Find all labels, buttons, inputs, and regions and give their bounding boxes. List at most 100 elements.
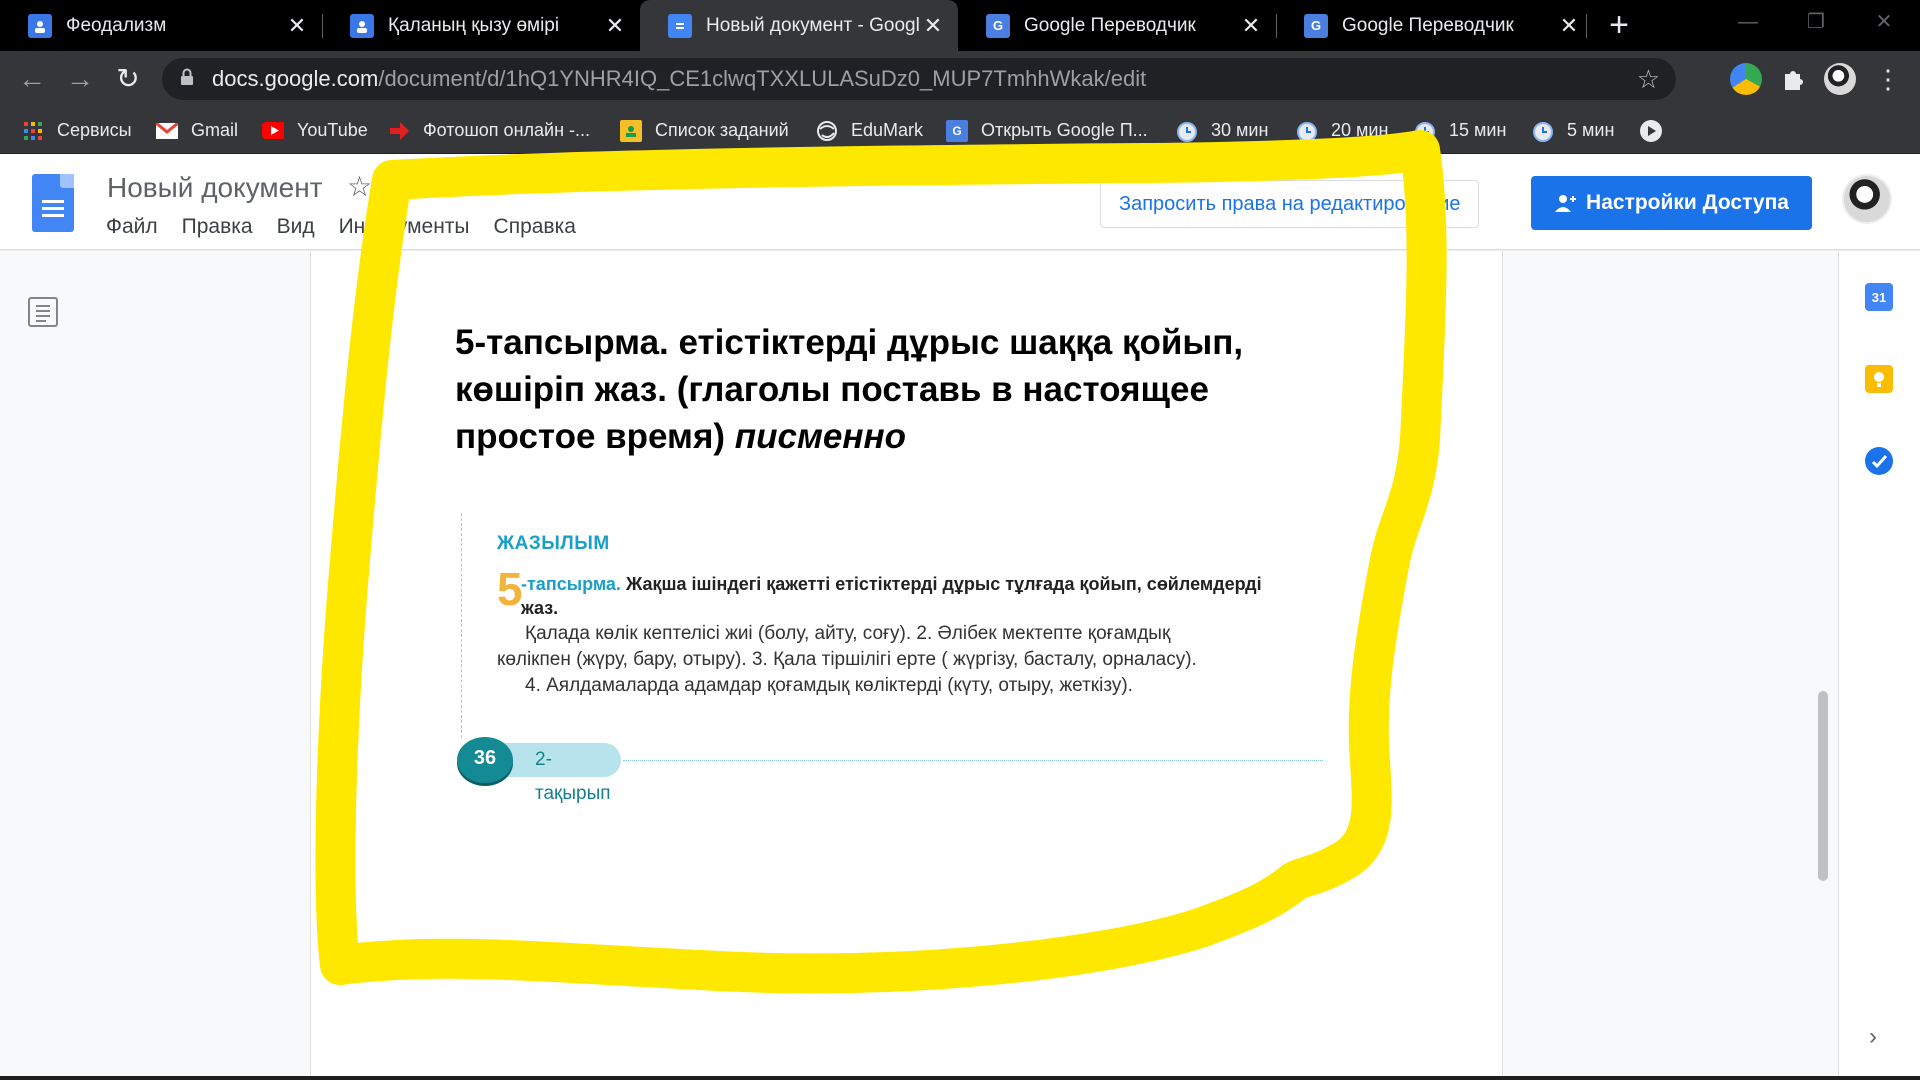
classroom-icon <box>620 119 642 142</box>
close-tab-icon[interactable]: ✕ <box>602 13 628 39</box>
restore-icon[interactable]: ❐ <box>1782 0 1850 44</box>
bookmark-label: Открыть Google П... <box>981 120 1148 140</box>
vertical-scrollbar[interactable] <box>1818 691 1828 881</box>
timer-icon <box>1296 120 1318 142</box>
bookmark-star-icon[interactable]: ☆ <box>1637 64 1660 95</box>
tab-feodalizm[interactable]: Феодализм ✕ <box>0 0 322 51</box>
menu-file[interactable]: Файл <box>106 215 158 239</box>
menu-help[interactable]: Справка <box>494 215 576 239</box>
bookmark-play[interactable] <box>1640 107 1675 154</box>
bookmark-label: 30 мин <box>1211 120 1269 140</box>
textbook-image: ЖАЗЫЛЫМ 5 -тапсырма. Жақша ішіндегі қаже… <box>457 513 1341 813</box>
tab-new-document[interactable]: Новый документ - Google ✕ <box>640 0 958 51</box>
document-page[interactable]: 5-тапсырма. етістіктерді дұрыс шаққа қой… <box>310 251 1503 1080</box>
request-edit-button[interactable]: Запросить права на редактирование <box>1100 180 1480 228</box>
footer-dotted-line <box>623 760 1323 761</box>
book-line: Қалада көлік кептелісі жиі (болу, айту, … <box>525 623 1171 644</box>
menu-bar: Файл Правка Вид Инструменты Справка <box>106 215 600 239</box>
tab-title: Google Переводчик <box>1024 14 1196 36</box>
browser-toolbar: ← → ↻ docs.google.com/document/d/1hQ1YNH… <box>0 51 1920 107</box>
tab-title: Феодализм <box>66 14 167 36</box>
bookmark-services[interactable]: Сервисы <box>22 107 132 154</box>
youtube-icon <box>262 120 284 142</box>
timer-icon <box>1414 120 1436 142</box>
apps-grid-icon <box>22 120 44 142</box>
person-add-icon <box>1554 193 1577 213</box>
new-tab-button[interactable]: + <box>1600 6 1638 44</box>
star-icon[interactable]: ☆ <box>347 170 372 203</box>
bookmark-open-google[interactable]: G Открыть Google П... <box>946 107 1148 154</box>
forward-icon[interactable]: → <box>62 61 98 97</box>
book-task-label: -тапсырма. <box>521 574 621 594</box>
side-panel: 31 › <box>1838 251 1920 1080</box>
bookmark-youtube[interactable]: YouTube <box>262 107 368 154</box>
menu-tools[interactable]: Инструменты <box>339 215 470 239</box>
calendar-icon[interactable]: 31 <box>1865 283 1893 311</box>
bookmark-label: 5 мин <box>1567 120 1615 140</box>
tab-separator <box>1586 14 1587 38</box>
timer-icon <box>1176 120 1198 142</box>
tab-kala[interactable]: Қаланың қызу өмірі ✕ <box>322 0 640 51</box>
profile-icon[interactable] <box>1824 63 1856 95</box>
book-line: көлікпен (жүру, бару, отыру). 3. Қала ті… <box>497 649 1197 670</box>
close-window-icon[interactable]: ✕ <box>1850 0 1918 44</box>
minimize-icon[interactable]: — <box>1714 0 1782 44</box>
close-tab-icon[interactable]: ✕ <box>1238 13 1264 39</box>
globe-icon <box>816 120 838 142</box>
close-tab-icon[interactable]: ✕ <box>284 13 310 39</box>
bookmark-label: Gmail <box>191 120 239 140</box>
bookmarks-bar: Сервисы Gmail YouTube Фотошоп онлайн -..… <box>0 107 1920 154</box>
bookmark-timer-15[interactable]: 15 мин <box>1414 107 1506 154</box>
taskbar-edge <box>0 1076 1920 1080</box>
bookmark-label: 15 мин <box>1449 120 1507 140</box>
bookmark-timer-30[interactable]: 30 мин <box>1176 107 1268 154</box>
outline-icon[interactable] <box>28 297 58 327</box>
address-bar[interactable]: docs.google.com/document/d/1hQ1YNHR4IQ_C… <box>162 58 1676 100</box>
extension-icon[interactable] <box>1730 63 1762 95</box>
book-task-text: -тапсырма. Жақша ішіндегі қажетті етісті… <box>521 572 1301 620</box>
bookmark-photoshop[interactable]: Фотошоп онлайн -... <box>388 107 590 154</box>
bookmark-label: Фотошоп онлайн -... <box>423 120 591 140</box>
close-tab-icon[interactable]: ✕ <box>920 13 946 39</box>
heading-italic: писменно <box>734 417 907 456</box>
avatar[interactable] <box>1842 174 1892 224</box>
book-section-title: ЖАЗЫЛЫМ <box>497 533 610 554</box>
bookmark-timer-5[interactable]: 5 мин <box>1532 107 1614 154</box>
back-icon[interactable]: ← <box>14 61 50 97</box>
tasks-icon[interactable] <box>1865 447 1893 475</box>
bookmark-gmail[interactable]: Gmail <box>156 107 238 154</box>
reload-icon[interactable]: ↻ <box>110 61 146 97</box>
menu-view[interactable]: Вид <box>277 215 315 239</box>
bookmark-label: Список заданий <box>655 120 789 140</box>
share-button[interactable]: Настройки Доступа <box>1531 176 1812 230</box>
book-exercise-body: Қалада көлік кептелісі жиі (болу, айту, … <box>497 621 1317 699</box>
margin-line <box>461 513 462 738</box>
url-host: docs.google.com <box>212 66 379 91</box>
bookmark-label: YouTube <box>297 120 368 140</box>
timer-icon <box>1532 120 1554 142</box>
play-icon <box>1640 119 1662 142</box>
share-label: Настройки Доступа <box>1586 191 1789 214</box>
translate-icon: G <box>986 13 1010 38</box>
document-title[interactable]: Новый документ <box>107 172 322 204</box>
book-task-instruction: Жақша ішіндегі қажетті етістіктерді дұры… <box>521 574 1262 618</box>
close-tab-icon[interactable]: ✕ <box>1556 13 1582 39</box>
tab-translate-1[interactable]: G Google Переводчик ✕ <box>958 0 1276 51</box>
gmail-icon <box>156 120 178 142</box>
bookmark-task-list[interactable]: Список заданий <box>620 107 789 154</box>
docs-logo-icon[interactable] <box>32 174 74 232</box>
bookmark-label: EduMark <box>851 120 924 140</box>
chevron-right-icon[interactable]: › <box>1869 1023 1877 1051</box>
tab-translate-2[interactable]: G Google Переводчик ✕ <box>1276 0 1594 51</box>
keep-icon[interactable] <box>1865 365 1893 393</box>
kebab-menu-icon[interactable]: ⋮ <box>1870 61 1906 97</box>
editor-workspace: 5-тапсырма. етістіктерді дұрыс шаққа қой… <box>0 251 1838 1080</box>
extensions-icon[interactable] <box>1776 63 1808 95</box>
url-path: /document/d/1hQ1YNHR4IQ_CE1clwqTXXLULASu… <box>378 66 1147 91</box>
bookmark-timer-20[interactable]: 20 мин <box>1296 107 1388 154</box>
bookmark-label: Сервисы <box>57 120 132 140</box>
bookmark-label: 20 мин <box>1331 120 1389 140</box>
menu-edit[interactable]: Правка <box>182 215 253 239</box>
bookmark-edumark[interactable]: EduMark <box>816 107 923 154</box>
task-number: 5 <box>497 563 523 615</box>
